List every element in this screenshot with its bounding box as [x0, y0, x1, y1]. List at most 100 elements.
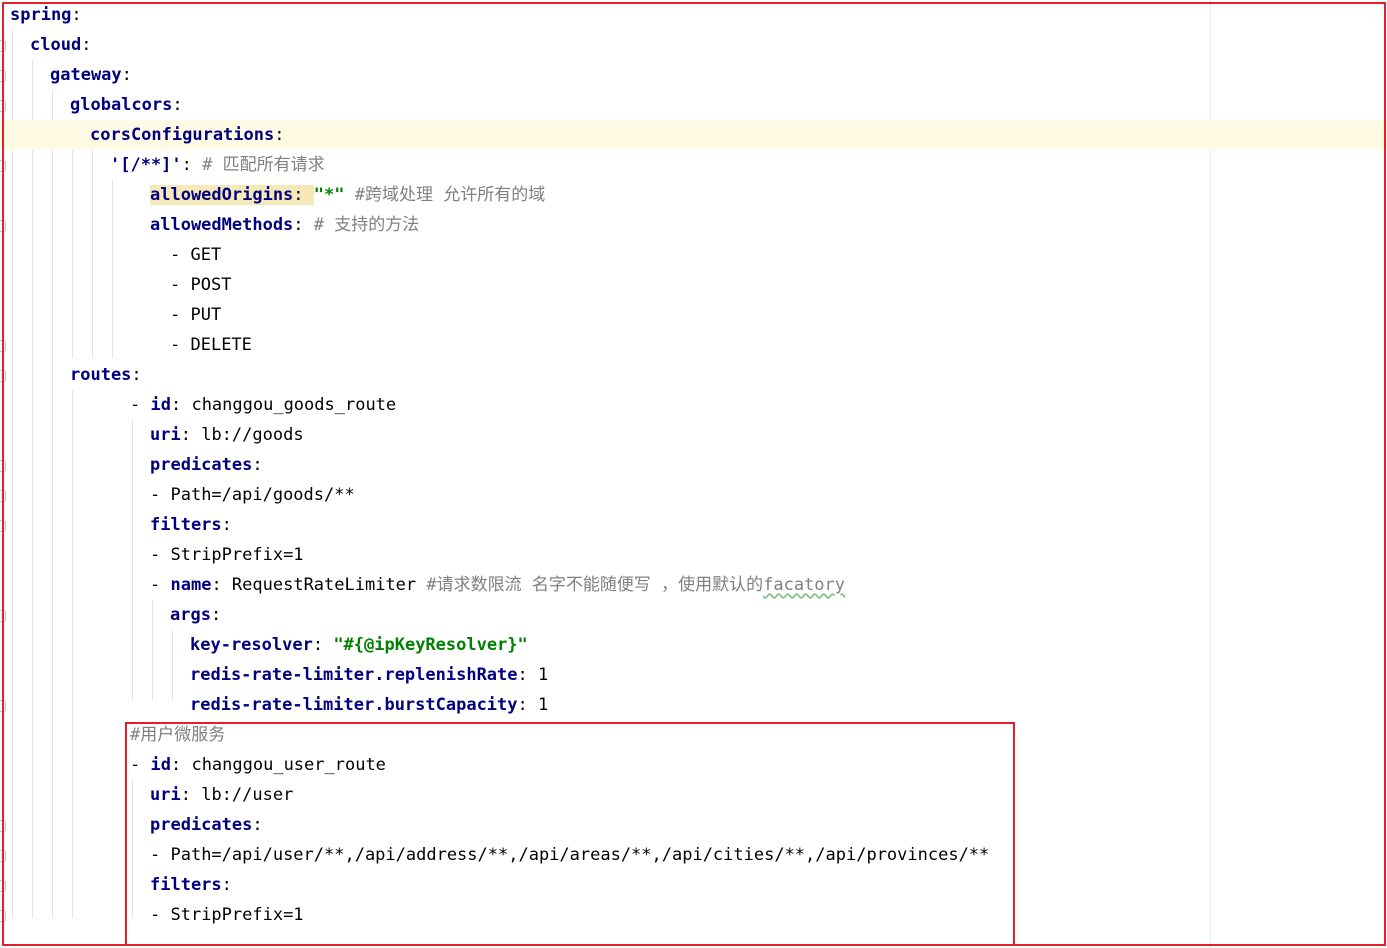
code-line[interactable]: key-resolver: "#{@ipKeyResolver}" [0, 630, 1387, 660]
code-line-content: - PUT [170, 300, 221, 330]
code-token: : [221, 515, 232, 535]
code-token: - [170, 305, 191, 325]
code-line-content: - POST [170, 270, 231, 300]
code-token: predicates [150, 815, 253, 835]
code-line-content: args: [170, 600, 221, 630]
code-token: : [211, 575, 232, 595]
code-line[interactable]: - StripPrefix=1 [0, 900, 1387, 930]
code-line[interactable]: spring: [0, 0, 1387, 30]
code-line[interactable]: corsConfigurations: [0, 120, 1387, 150]
code-line-content: - StripPrefix=1 [150, 540, 304, 570]
code-line[interactable]: uri: lb://user [0, 780, 1387, 810]
code-token: - [150, 575, 171, 595]
code-line-content: gateway: [50, 60, 132, 90]
code-line[interactable]: globalcors: [0, 90, 1387, 120]
code-line[interactable]: - Path=/api/user/**,/api/address/**,/api… [0, 840, 1387, 870]
code-line-content: - GET [170, 240, 221, 270]
code-line[interactable]: - POST [0, 270, 1387, 300]
code-line[interactable]: '[/**]': # 匹配所有请求 [0, 150, 1387, 180]
code-line[interactable]: predicates: [0, 810, 1387, 840]
code-token: changgou_goods_route [191, 395, 397, 415]
code-line-content: uri: lb://user [150, 780, 293, 810]
code-line[interactable]: predicates: [0, 450, 1387, 480]
code-token: #请求数限流 名字不能随便写 ，使用默认的 [426, 575, 764, 595]
code-line-content: corsConfigurations: [90, 120, 284, 150]
code-line-content: - StripPrefix=1 [150, 900, 304, 930]
code-line[interactable]: routes: [0, 360, 1387, 390]
code-token: - [150, 545, 171, 565]
code-token: '[/**]' [110, 155, 182, 175]
code-token: id [150, 755, 171, 775]
code-token: uri [150, 425, 181, 445]
code-token: : [121, 65, 132, 85]
code-token: key-resolver [190, 635, 313, 655]
code-line-content: - id: changgou_goods_route [130, 390, 396, 420]
code-token: - [130, 755, 151, 775]
code-token: : [517, 665, 538, 685]
code-line[interactable]: - name: RequestRateLimiter #请求数限流 名字不能随便… [0, 570, 1387, 600]
yaml-code-editor[interactable]: spring: cloud: gateway: globalcors: corsConf… [0, 0, 1387, 948]
code-token: id [150, 395, 171, 415]
code-line[interactable]: - StripPrefix=1 [0, 540, 1387, 570]
code-token: #跨域处理 允许所有的域 [344, 185, 546, 205]
code-line[interactable]: - DELETE [0, 330, 1387, 360]
code-line[interactable]: - id: changgou_user_route [0, 750, 1387, 780]
code-token: : [252, 455, 263, 475]
code-line[interactable]: gateway: [0, 60, 1387, 90]
code-line-content: filters: [150, 870, 232, 900]
code-line[interactable]: - Path=/api/goods/** [0, 480, 1387, 510]
code-token: # 支持的方法 [313, 215, 420, 235]
code-line[interactable]: - id: changgou_goods_route [0, 390, 1387, 420]
code-line[interactable]: filters: [0, 510, 1387, 540]
code-line[interactable]: - PUT [0, 300, 1387, 330]
code-token: 1 [538, 695, 549, 715]
code-token: "#{@ipKeyResolver}" [333, 635, 528, 655]
code-token: GET [190, 245, 222, 265]
code-line[interactable]: redis-rate-limiter.replenishRate: 1 [0, 660, 1387, 690]
code-token: : [210, 605, 222, 625]
code-token: name [170, 575, 212, 595]
code-line-content: predicates: [150, 450, 263, 480]
code-line[interactable]: uri: lb://goods [0, 420, 1387, 450]
code-token: : [274, 125, 285, 145]
code-line[interactable]: #用户微服务 [0, 720, 1387, 750]
code-line[interactable]: redis-rate-limiter.burstCapacity: 1 [0, 690, 1387, 720]
code-token: PUT [190, 305, 222, 325]
code-token: - [150, 845, 171, 865]
code-token: filters [150, 515, 222, 535]
code-line[interactable]: cloud: [0, 30, 1387, 60]
code-token: : [172, 95, 183, 115]
code-line[interactable]: allowedMethods: # 支持的方法 [0, 210, 1387, 240]
code-token: : [252, 815, 263, 835]
code-line-content: globalcors: [70, 90, 183, 120]
code-token: predicates [150, 455, 253, 475]
code-token: args [170, 605, 211, 625]
code-token: - [170, 245, 191, 265]
code-line-content: - Path=/api/user/**,/api/address/**,/api… [150, 840, 989, 870]
code-token: DELETE [190, 335, 252, 355]
code-token: StripPrefix=1 [170, 545, 304, 565]
code-line[interactable]: - GET [0, 240, 1387, 270]
code-token: changgou_user_route [191, 755, 386, 775]
code-token: facatory [763, 575, 845, 595]
code-token: : [131, 365, 142, 385]
code-token: RequestRateLimiter [231, 575, 427, 595]
code-token: : [221, 875, 232, 895]
code-token: uri [150, 785, 181, 805]
code-token: : [312, 635, 334, 655]
code-token: allowedMethods [150, 215, 294, 235]
code-line[interactable]: filters: [0, 870, 1387, 900]
code-line[interactable]: allowedOrigins: "*" #跨域处理 允许所有的域 [0, 180, 1387, 210]
code-line-content: routes: [70, 360, 142, 390]
code-line-content: key-resolver: "#{@ipKeyResolver}" [190, 630, 528, 660]
code-token: : [170, 755, 192, 775]
code-token: - [150, 905, 171, 925]
code-line-content: #用户微服务 [130, 720, 225, 750]
code-line-content: - Path=/api/goods/** [150, 480, 355, 510]
code-line[interactable]: args: [0, 600, 1387, 630]
code-token: Path=/api/goods/** [170, 485, 355, 505]
code-token: filters [150, 875, 222, 895]
code-token: - [170, 275, 191, 295]
code-token: corsConfigurations [90, 125, 275, 145]
code-token: : [170, 395, 192, 415]
